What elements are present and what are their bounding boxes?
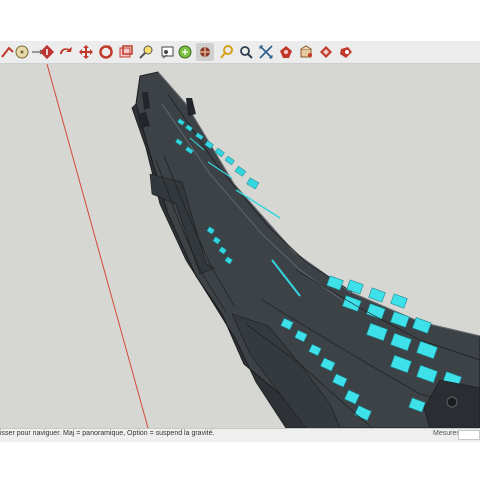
walk-icon[interactable] [196,43,214,61]
pan-icon[interactable] [176,43,194,61]
3d-warehouse-icon[interactable] [317,43,335,61]
section-plane-icon[interactable] [97,43,115,61]
measurements-label: Mesures [433,430,460,437]
warehouse-icon[interactable] [277,43,295,61]
toolbar [0,41,480,64]
zoom-icon[interactable] [218,43,236,61]
look-around-icon[interactable] [117,43,135,61]
measurements-input[interactable] [458,430,480,440]
spaceship-model [131,71,480,428]
move-icon[interactable] [57,43,75,61]
text-icon[interactable] [38,43,56,61]
position-camera-icon[interactable] [137,43,155,61]
geo-location-icon[interactable] [257,43,275,61]
extension-warehouse-icon[interactable] [337,43,355,61]
status-bar: isser pour naviguer. Maj = panoramique, … [0,428,480,442]
zoom-extents-icon[interactable] [237,43,255,61]
status-hint-text: isser pour naviguer. Maj = panoramique, … [0,430,215,437]
model-viewport[interactable] [0,64,480,428]
extension-icon[interactable] [297,43,315,61]
red-axis-line [46,64,149,428]
rotate-icon[interactable] [77,43,95,61]
orbit-icon[interactable] [158,43,176,61]
